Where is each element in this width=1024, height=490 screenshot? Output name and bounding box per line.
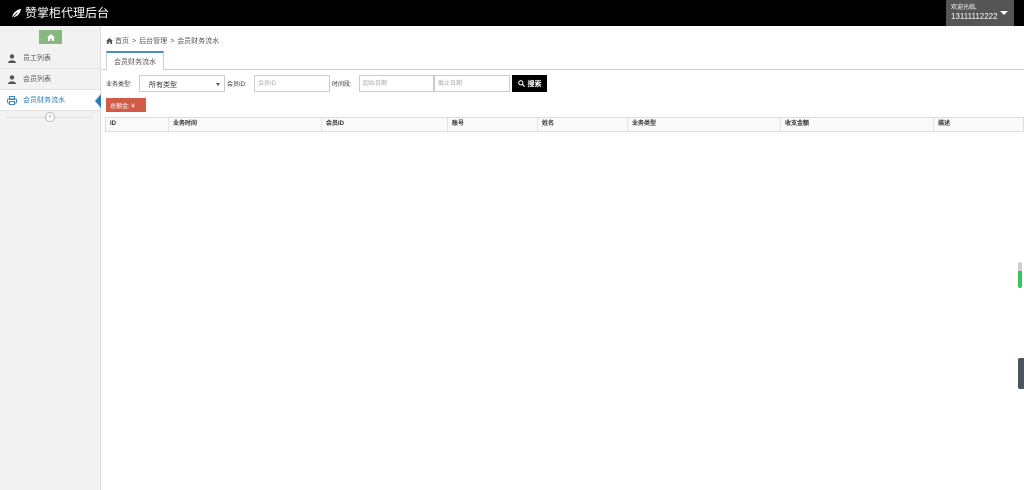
leaf-icon — [11, 8, 22, 18]
caret-down-icon — [1000, 11, 1008, 15]
filter-bar: 业务类型: 所有类型 会员ID: 时间段: 搜索 — [106, 75, 1006, 92]
start-date-input[interactable] — [359, 75, 434, 92]
user-icon — [7, 53, 17, 63]
brand-title: 赞掌柜代理后台 — [25, 6, 110, 20]
sidebar: 员工列表 会员列表 会员财务流水 « — [0, 26, 101, 490]
tabs-divider — [102, 69, 1024, 70]
print-icon — [7, 95, 17, 105]
member-id-input[interactable] — [254, 75, 330, 92]
sidebar-item-label: 员工列表 — [23, 55, 51, 62]
search-icon — [517, 80, 525, 87]
column-header[interactable]: 账号 — [448, 118, 538, 131]
sidebar-item-label: 会员列表 — [23, 76, 51, 83]
search-button[interactable]: 搜索 — [512, 75, 547, 92]
end-date-input[interactable] — [434, 75, 510, 92]
column-header[interactable]: 收支金额 — [781, 118, 934, 131]
home-icon — [46, 33, 55, 41]
search-button-label: 搜索 — [527, 80, 542, 88]
column-header[interactable]: 业务类型 — [628, 118, 781, 131]
column-header[interactable]: 姓名 — [538, 118, 628, 131]
sidebar-collapse-row: « — [7, 112, 93, 122]
sidebar-item-label: 会员财务流水 — [23, 97, 65, 104]
sidebar-item-staff-list[interactable]: 员工列表 — [0, 48, 100, 69]
brand[interactable]: 赞掌柜代理后台 — [11, 6, 109, 20]
finance-table: ID 业务时间 会员ID 账号 姓名 业务类型 收支金额 描述 — [105, 117, 1024, 132]
sidebar-collapse-button[interactable]: « — [45, 112, 55, 122]
type-label: 业务类型: — [106, 82, 132, 88]
breadcrumb-current: 会员财务流水 — [177, 38, 220, 45]
breadcrumb-separator: > — [132, 37, 137, 45]
business-type-value: 所有类型 — [149, 82, 177, 89]
column-header[interactable]: 描述 — [934, 118, 1023, 131]
breadcrumb-admin-link[interactable]: 后台管理 — [139, 36, 167, 46]
column-header[interactable]: 会员ID — [322, 118, 448, 131]
total-amount-badge: 总额金: ¥ — [106, 98, 146, 112]
caret-down-icon — [216, 83, 220, 86]
sidebar-item-member-finance[interactable]: 会员财务流水 — [0, 90, 101, 111]
home-shortcut-button[interactable] — [39, 30, 62, 44]
scroll-indicator[interactable] — [1018, 262, 1022, 288]
top-navbar: 赞掌柜代理后台 欢迎光临, 13111112222 — [0, 0, 1024, 26]
column-header[interactable]: ID — [106, 118, 169, 131]
breadcrumb: 首页 > 后台管理 > 会员财务流水 — [106, 36, 222, 46]
tab-label: 会员财务流水 — [114, 58, 156, 66]
breadcrumb-separator: > — [170, 37, 175, 45]
tab-member-finance[interactable]: 会员财务流水 — [106, 51, 164, 70]
column-header[interactable]: 业务时间 — [169, 118, 322, 131]
double-chevron-left-icon: « — [48, 114, 52, 120]
user-menu[interactable]: 欢迎光临, 13111112222 — [946, 0, 1014, 26]
home-icon — [106, 38, 113, 44]
side-panel-handle[interactable] — [1018, 358, 1024, 389]
sidebar-item-member-list[interactable]: 会员列表 — [0, 69, 100, 90]
member-id-label: 会员ID: — [227, 82, 247, 88]
user-icon — [7, 74, 17, 84]
business-type-select[interactable]: 所有类型 — [139, 75, 225, 92]
breadcrumb-home-link[interactable]: 首页 — [115, 36, 129, 46]
total-amount-label: 总额金: ¥ — [110, 103, 135, 110]
time-range-label: 时间段: — [332, 82, 352, 88]
